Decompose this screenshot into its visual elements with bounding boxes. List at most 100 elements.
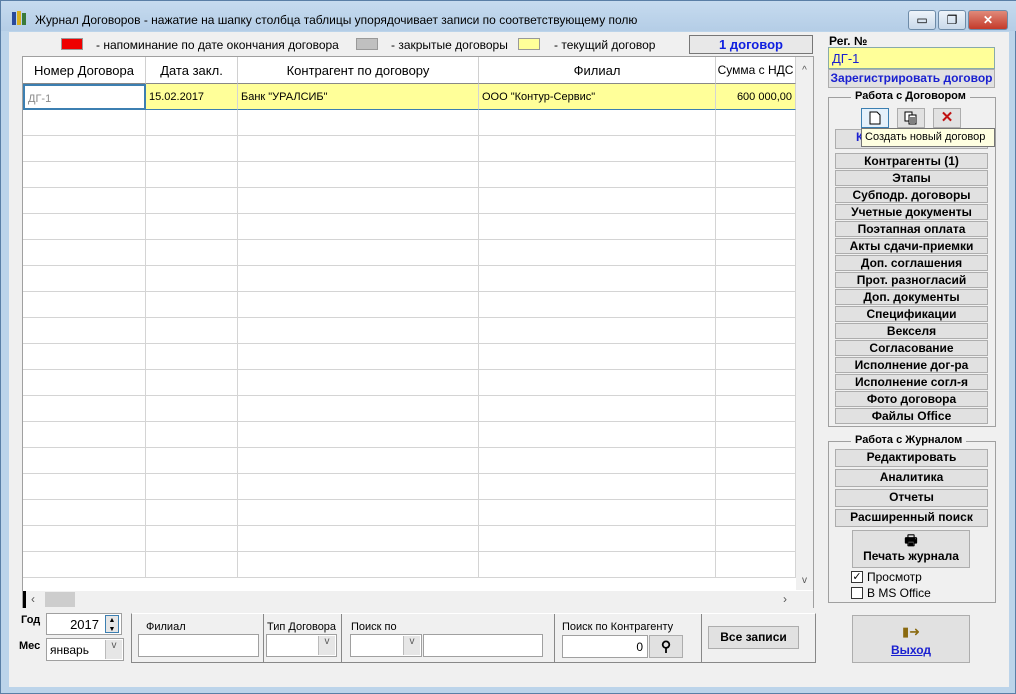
column-header-sum[interactable]: Сумма с НДС (716, 57, 796, 84)
contract-action-button[interactable]: Исполнение согл-я (835, 374, 988, 390)
table-cell[interactable] (716, 188, 796, 214)
table-cell[interactable] (23, 318, 146, 344)
scroll-thumb[interactable] (45, 592, 75, 607)
table-cell[interactable] (23, 448, 146, 474)
contract-action-button[interactable]: Контрагенты (1) (835, 153, 988, 169)
table-cell[interactable] (479, 162, 716, 188)
table-cell[interactable] (146, 292, 238, 318)
column-header-date[interactable]: Дата закл. (146, 57, 238, 84)
table-cell[interactable] (716, 162, 796, 188)
table-cell[interactable] (716, 266, 796, 292)
table-cell[interactable] (479, 266, 716, 292)
table-cell[interactable] (716, 422, 796, 448)
table-cell[interactable] (479, 240, 716, 266)
contract-action-button[interactable]: Субподр. договоры (835, 187, 988, 203)
table-cell[interactable] (238, 292, 479, 318)
table-cell[interactable] (23, 266, 146, 292)
branch-filter-input[interactable] (138, 634, 259, 657)
type-filter-select[interactable]: v (266, 634, 337, 657)
table-cell[interactable] (23, 162, 146, 188)
table-cell[interactable] (23, 188, 146, 214)
table-cell[interactable] (146, 266, 238, 292)
advanced-search-button[interactable]: Расширенный поиск (835, 509, 988, 527)
table-cell[interactable] (716, 396, 796, 422)
restore-button[interactable]: ❐ (938, 10, 966, 30)
table-cell[interactable] (146, 474, 238, 500)
table-cell[interactable] (23, 552, 146, 578)
table-cell[interactable] (716, 318, 796, 344)
table-cell[interactable] (238, 188, 479, 214)
table-cell[interactable] (23, 292, 146, 318)
table-cell[interactable] (716, 526, 796, 552)
table-cell[interactable] (479, 214, 716, 240)
table-cell[interactable] (23, 422, 146, 448)
table-cell[interactable]: 600 000,00 (716, 84, 796, 110)
table-cell[interactable] (146, 344, 238, 370)
table-cell[interactable] (146, 318, 238, 344)
table-cell[interactable] (479, 136, 716, 162)
table-cell[interactable] (716, 214, 796, 240)
table-cell[interactable] (23, 110, 146, 136)
contract-action-button[interactable]: Акты сдачи-приемки (835, 238, 988, 254)
table-cell[interactable] (716, 500, 796, 526)
table-cell[interactable] (23, 344, 146, 370)
vertical-scrollbar[interactable]: ^ v (796, 57, 813, 590)
table-cell[interactable] (716, 344, 796, 370)
table-cell[interactable] (23, 474, 146, 500)
contract-action-button[interactable]: Исполнение дог-ра (835, 357, 988, 373)
table-cell[interactable] (238, 448, 479, 474)
table-cell[interactable]: Банк "УРАЛСИБ" (238, 84, 479, 110)
table-cell[interactable] (238, 266, 479, 292)
table-cell[interactable] (146, 188, 238, 214)
column-header-counterparty[interactable]: Контрагент по договору (238, 57, 479, 84)
table-cell[interactable] (479, 292, 716, 318)
register-contract-button[interactable]: Зарегистрировать договор (828, 69, 995, 88)
table-cell[interactable] (716, 240, 796, 266)
table-cell[interactable] (238, 344, 479, 370)
table-cell[interactable] (479, 188, 716, 214)
table-cell[interactable] (146, 240, 238, 266)
table-cell[interactable]: ДГ-1 (23, 84, 146, 110)
table-cell[interactable] (238, 526, 479, 552)
table-cell[interactable] (238, 214, 479, 240)
table-cell[interactable] (238, 136, 479, 162)
table-cell[interactable] (146, 552, 238, 578)
table-cell[interactable] (238, 396, 479, 422)
edit-button[interactable]: Редактировать (835, 449, 988, 467)
counterparty-search-input[interactable]: 0 (562, 635, 648, 658)
table-cell[interactable] (479, 370, 716, 396)
table-cell[interactable] (23, 370, 146, 396)
minimize-button[interactable]: ▭ (908, 10, 936, 30)
table-cell[interactable] (238, 370, 479, 396)
table-cell[interactable] (146, 422, 238, 448)
table-cell[interactable] (238, 240, 479, 266)
table-cell[interactable]: 15.02.2017 (146, 84, 238, 110)
table-cell[interactable] (23, 136, 146, 162)
table-cell[interactable] (238, 422, 479, 448)
table-cell[interactable] (479, 552, 716, 578)
table-cell[interactable] (716, 110, 796, 136)
close-button[interactable]: ✕ (968, 10, 1008, 30)
table-cell[interactable] (479, 526, 716, 552)
search-text-input[interactable] (423, 634, 543, 657)
table-cell[interactable] (23, 526, 146, 552)
table-cell[interactable] (146, 162, 238, 188)
table-cell[interactable] (479, 448, 716, 474)
month-select[interactable]: январь v (46, 638, 124, 661)
exit-button[interactable]: ▮➜ Выход (852, 615, 970, 663)
table-cell[interactable] (716, 292, 796, 318)
copy-contract-button[interactable] (897, 108, 925, 128)
table-cell[interactable] (146, 500, 238, 526)
table-cell[interactable] (23, 214, 146, 240)
table-cell[interactable] (479, 422, 716, 448)
table-cell[interactable] (238, 500, 479, 526)
table-cell[interactable] (238, 474, 479, 500)
new-contract-button[interactable] (861, 108, 889, 128)
print-journal-button[interactable]: 🖶 Печать журнала (852, 530, 970, 568)
table-cell[interactable] (716, 136, 796, 162)
contract-action-button[interactable]: Фото договора (835, 391, 988, 407)
search-by-select[interactable]: v (350, 634, 422, 657)
table-cell[interactable] (238, 110, 479, 136)
table-cell[interactable] (146, 110, 238, 136)
delete-contract-button[interactable]: ✕ (933, 108, 961, 128)
